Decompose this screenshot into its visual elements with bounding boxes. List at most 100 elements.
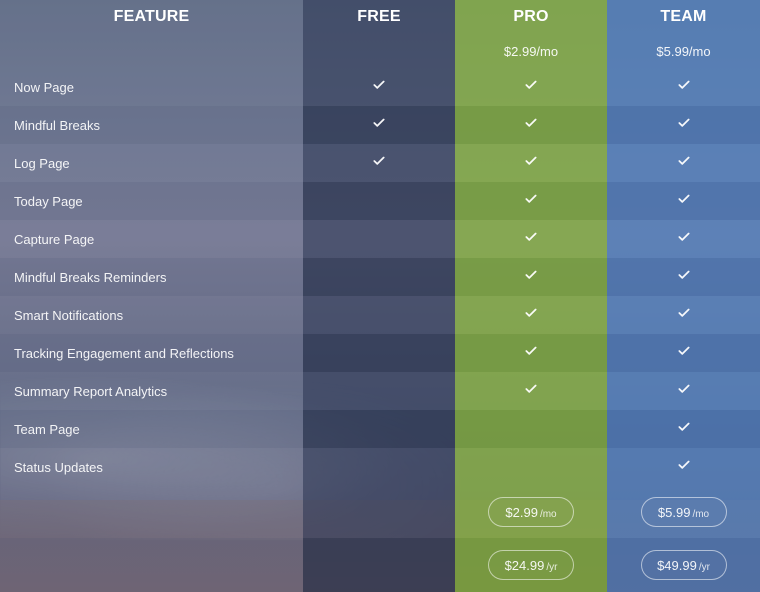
- team-monthly-unit: /mo: [692, 509, 710, 520]
- check-icon: [372, 154, 386, 168]
- feature-name: Log Page: [0, 144, 303, 182]
- check-icon: [524, 230, 538, 244]
- header-free: FREE: [303, 0, 455, 34]
- feature-name: Summary Report Analytics: [0, 372, 303, 410]
- feature-row: Capture Page: [0, 220, 760, 258]
- cta-yearly-team-cell: $49.99 /yr: [607, 538, 760, 592]
- check-icon: [677, 306, 691, 320]
- feature-pro-cell: [455, 144, 607, 182]
- pro-monthly-amount: $2.99: [505, 505, 538, 520]
- feature-free-cell: [303, 258, 455, 296]
- feature-free-cell: [303, 182, 455, 220]
- check-icon: [372, 78, 386, 92]
- feature-pro-cell: [455, 258, 607, 296]
- feature-name: Mindful Breaks Reminders: [0, 258, 303, 296]
- feature-name: Now Page: [0, 68, 303, 106]
- cta-monthly-feature-empty: [0, 486, 303, 538]
- cta-monthly-pro-cell: $2.99 /mo: [455, 486, 607, 538]
- team-yearly-unit: /yr: [698, 562, 710, 573]
- check-icon: [677, 154, 691, 168]
- feature-pro-cell: [455, 334, 607, 372]
- feature-free-cell: [303, 410, 455, 448]
- feature-team-cell: [607, 220, 760, 258]
- feature-name: Mindful Breaks: [0, 106, 303, 144]
- team-monthly-button[interactable]: $5.99 /mo: [640, 497, 727, 527]
- feature-pro-cell: [455, 372, 607, 410]
- check-icon: [677, 458, 691, 472]
- feature-name: Today Page: [0, 182, 303, 220]
- header-team: TEAM: [607, 0, 760, 34]
- feature-team-cell: [607, 106, 760, 144]
- pricing-table: FEATURE FREE PRO TEAM $2.99/mo $5.99/mo …: [0, 0, 760, 592]
- pro-yearly-unit: /yr: [546, 562, 558, 573]
- check-icon: [677, 230, 691, 244]
- cta-yearly-row: $24.99 /yr $49.99 /yr: [0, 538, 760, 592]
- feature-free-cell: [303, 144, 455, 182]
- check-icon: [524, 154, 538, 168]
- check-icon: [524, 78, 538, 92]
- pro-monthly-button[interactable]: $2.99 /mo: [488, 497, 574, 527]
- feature-team-cell: [607, 144, 760, 182]
- pro-yearly-amount: $24.99: [504, 558, 545, 573]
- feature-pro-cell: [455, 410, 607, 448]
- check-icon: [677, 420, 691, 434]
- feature-row: Today Page: [0, 182, 760, 220]
- feature-name: Smart Notifications: [0, 296, 303, 334]
- feature-rows: Now Page Mindful Breaks Log Page Today P…: [0, 68, 760, 486]
- feature-row: Now Page: [0, 68, 760, 106]
- cta-yearly-free-empty: [303, 538, 455, 592]
- feature-free-cell: [303, 296, 455, 334]
- feature-free-cell: [303, 448, 455, 486]
- check-icon: [677, 78, 691, 92]
- feature-row: Summary Report Analytics: [0, 372, 760, 410]
- feature-team-cell: [607, 296, 760, 334]
- feature-team-cell: [607, 68, 760, 106]
- check-icon: [524, 116, 538, 130]
- price-team: $5.99/mo: [607, 34, 760, 68]
- feature-row: Smart Notifications: [0, 296, 760, 334]
- check-icon: [677, 268, 691, 282]
- check-icon: [372, 116, 386, 130]
- feature-pro-cell: [455, 220, 607, 258]
- feature-name: Tracking Engagement and Reflections: [0, 334, 303, 372]
- price-pro: $2.99/mo: [455, 34, 607, 68]
- feature-team-cell: [607, 448, 760, 486]
- check-icon: [524, 382, 538, 396]
- team-yearly-amount: $49.99: [657, 558, 697, 573]
- price-feature-empty: [0, 34, 303, 68]
- cta-yearly-feature-empty: [0, 538, 303, 592]
- feature-free-cell: [303, 334, 455, 372]
- check-icon: [677, 192, 691, 206]
- feature-row: Team Page: [0, 410, 760, 448]
- header-pro: PRO: [455, 0, 607, 34]
- feature-pro-cell: [455, 106, 607, 144]
- check-icon: [524, 306, 538, 320]
- header-row: FEATURE FREE PRO TEAM: [0, 0, 760, 34]
- header-feature: FEATURE: [0, 0, 303, 34]
- feature-row: Mindful Breaks Reminders: [0, 258, 760, 296]
- feature-pro-cell: [455, 68, 607, 106]
- cta-monthly-row: $2.99 /mo $5.99 /mo: [0, 486, 760, 538]
- check-icon: [677, 116, 691, 130]
- feature-team-cell: [607, 258, 760, 296]
- pro-yearly-button[interactable]: $24.99 /yr: [488, 550, 574, 580]
- feature-pro-cell: [455, 296, 607, 334]
- feature-pro-cell: [455, 182, 607, 220]
- price-free: [303, 34, 455, 68]
- feature-name: Status Updates: [0, 448, 303, 486]
- feature-team-cell: [607, 182, 760, 220]
- feature-free-cell: [303, 220, 455, 258]
- feature-free-cell: [303, 106, 455, 144]
- feature-row: Tracking Engagement and Reflections: [0, 334, 760, 372]
- check-icon: [524, 192, 538, 206]
- feature-name: Team Page: [0, 410, 303, 448]
- feature-pro-cell: [455, 448, 607, 486]
- feature-team-cell: [607, 410, 760, 448]
- pricing-comparison: FEATURE FREE PRO TEAM $2.99/mo $5.99/mo …: [0, 0, 760, 592]
- check-icon: [524, 344, 538, 358]
- cta-monthly-team-cell: $5.99 /mo: [607, 486, 760, 538]
- check-icon: [677, 382, 691, 396]
- team-yearly-button[interactable]: $49.99 /yr: [640, 550, 727, 580]
- feature-free-cell: [303, 372, 455, 410]
- feature-row: Log Page: [0, 144, 760, 182]
